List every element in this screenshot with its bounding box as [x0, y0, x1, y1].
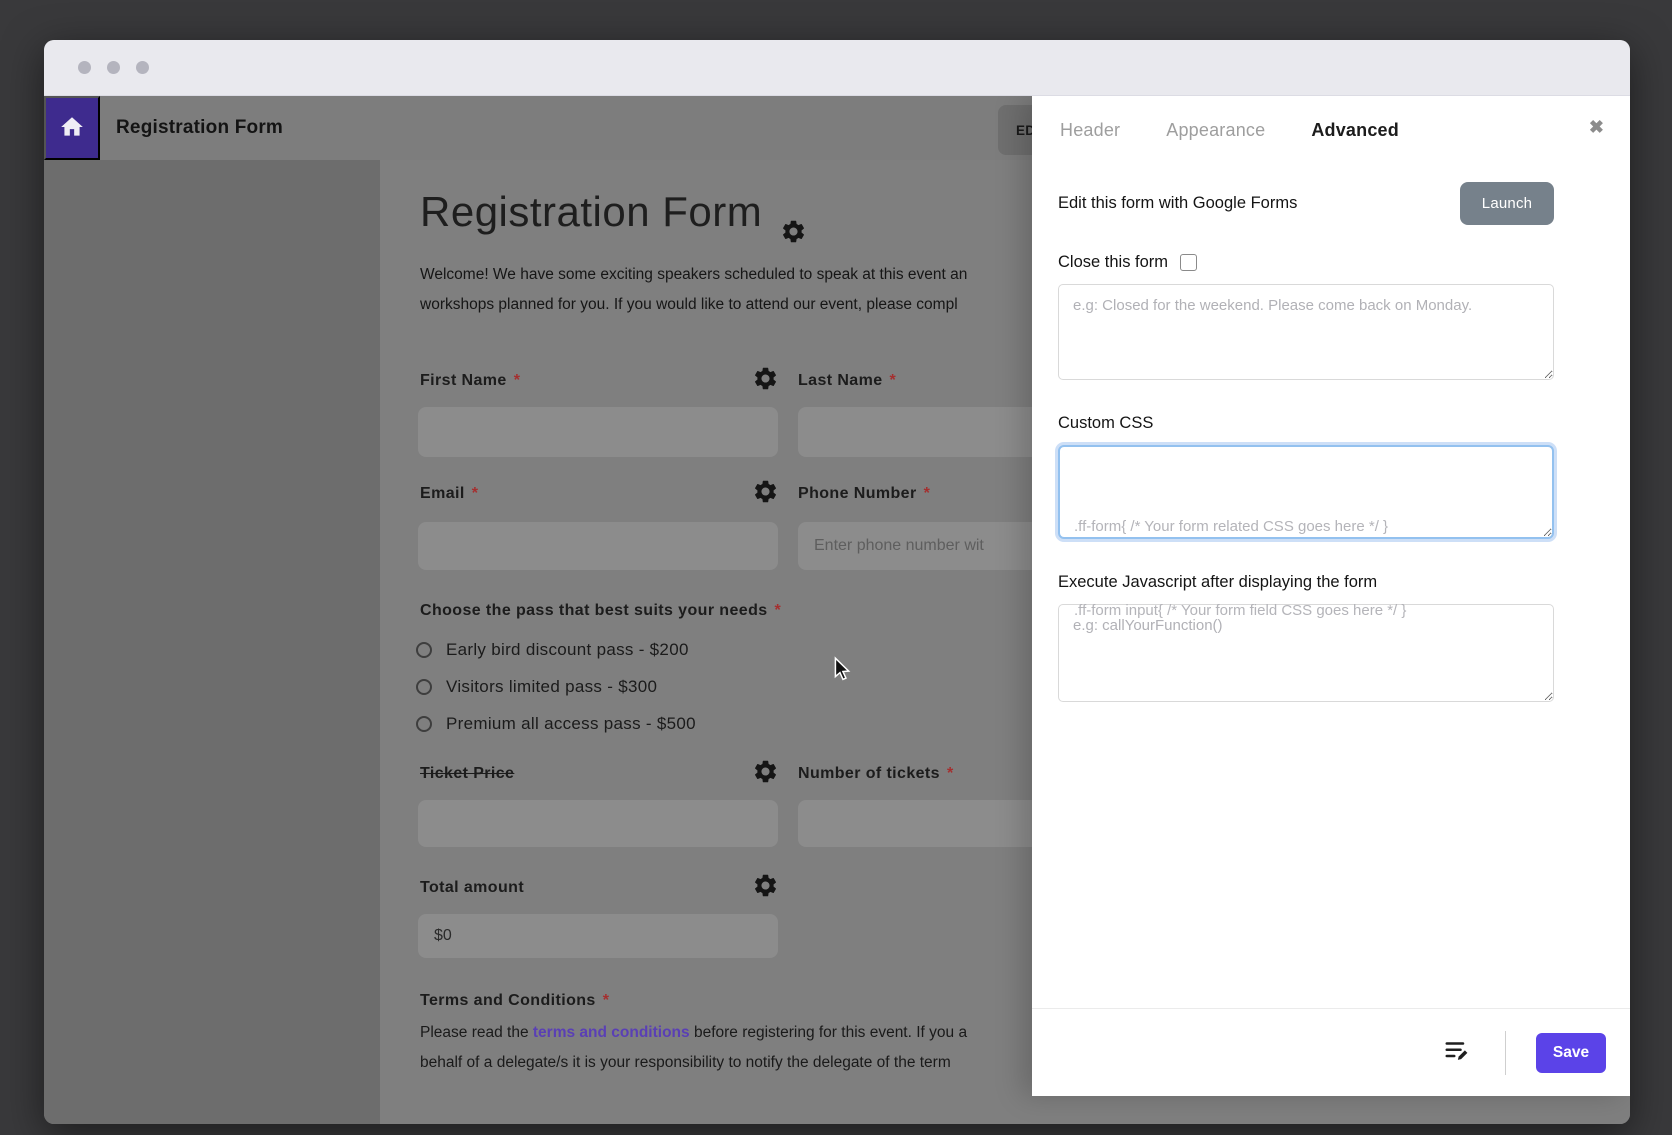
edit-note-icon[interactable] — [1441, 1036, 1475, 1070]
home-icon — [59, 114, 85, 143]
terms-and-conditions-link[interactable]: terms and conditions — [533, 1024, 690, 1041]
tab-advanced[interactable]: Advanced — [1311, 120, 1399, 141]
terms-line1: Please read the terms and conditions bef… — [420, 1024, 968, 1041]
first-name-settings-gear-icon[interactable] — [752, 365, 779, 392]
panel-tabs: Header Appearance Advanced ✖ — [1032, 96, 1630, 158]
tab-appearance[interactable]: Appearance — [1166, 120, 1265, 141]
custom-css-textarea[interactable] — [1058, 445, 1554, 539]
last-name-label: Last Name * — [798, 372, 897, 389]
pass-option-visitors[interactable]: Visitors limited pass - $300 — [416, 677, 657, 697]
pass-group-label: Choose the pass that best suits your nee… — [420, 602, 782, 619]
execute-js-label: Execute Javascript after displaying the … — [1058, 573, 1378, 591]
email-label: Email * — [420, 485, 479, 502]
window-control-dot[interactable] — [78, 61, 91, 74]
close-form-label: Close this form — [1058, 253, 1169, 271]
home-button[interactable] — [44, 96, 100, 160]
execute-js-textarea[interactable] — [1058, 604, 1554, 702]
form-settings-gear-icon[interactable] — [780, 218, 807, 245]
terms-label: Terms and Conditions * — [420, 992, 610, 1009]
close-form-checkbox[interactable] — [1180, 254, 1198, 271]
google-forms-label: Edit this form with Google Forms — [1058, 194, 1298, 212]
radio-icon[interactable] — [416, 679, 432, 695]
radio-icon[interactable] — [416, 716, 432, 732]
pass-option-early-bird[interactable]: Early bird discount pass - $200 — [416, 640, 689, 660]
first-name-label: First Name * — [420, 372, 521, 389]
window-titlebar — [44, 40, 1630, 96]
browser-window: Registration Form EDI Registration Form … — [44, 40, 1630, 1124]
close-form-message-textarea[interactable] — [1058, 284, 1554, 380]
launch-button[interactable]: Launch — [1460, 182, 1554, 225]
form-intro-text: Welcome! We have some exciting speakers … — [420, 260, 967, 320]
email-settings-gear-icon[interactable] — [752, 478, 779, 505]
ticket-price-input[interactable] — [418, 800, 778, 847]
email-input[interactable] — [418, 522, 778, 570]
number-of-tickets-label: Number of tickets * — [798, 765, 954, 782]
terms-line2: behalf of a delegate/s it is your respon… — [420, 1054, 951, 1071]
window-control-dot[interactable] — [107, 61, 120, 74]
radio-icon[interactable] — [416, 642, 432, 658]
total-amount-settings-gear-icon[interactable] — [752, 872, 779, 899]
phone-label: Phone Number * — [798, 485, 931, 502]
save-button[interactable]: Save — [1536, 1032, 1606, 1073]
mouse-cursor — [830, 656, 856, 682]
form-settings-panel: Header Appearance Advanced ✖ Edit this f… — [1032, 96, 1630, 1096]
form-intro-line2: workshops planned for you. If you would … — [420, 296, 958, 313]
tab-header[interactable]: Header — [1060, 120, 1120, 141]
ticket-price-settings-gear-icon[interactable] — [752, 758, 779, 785]
pass-option-premium[interactable]: Premium all access pass - $500 — [416, 714, 696, 734]
toolbar-form-title: Registration Form — [116, 117, 284, 138]
panel-footer: Save — [1032, 1008, 1630, 1096]
form-title: Registration Form — [420, 188, 763, 235]
close-icon[interactable]: ✖ — [1589, 118, 1604, 136]
ticket-price-label: Ticket Price — [420, 765, 515, 782]
total-amount-input[interactable] — [418, 914, 778, 958]
form-intro-line1: Welcome! We have some exciting speakers … — [420, 266, 968, 283]
footer-divider — [1505, 1030, 1506, 1075]
first-name-input[interactable] — [418, 407, 778, 457]
window-control-dot[interactable] — [136, 61, 149, 74]
total-amount-label: Total amount — [420, 879, 525, 896]
custom-css-label: Custom CSS — [1058, 414, 1154, 432]
